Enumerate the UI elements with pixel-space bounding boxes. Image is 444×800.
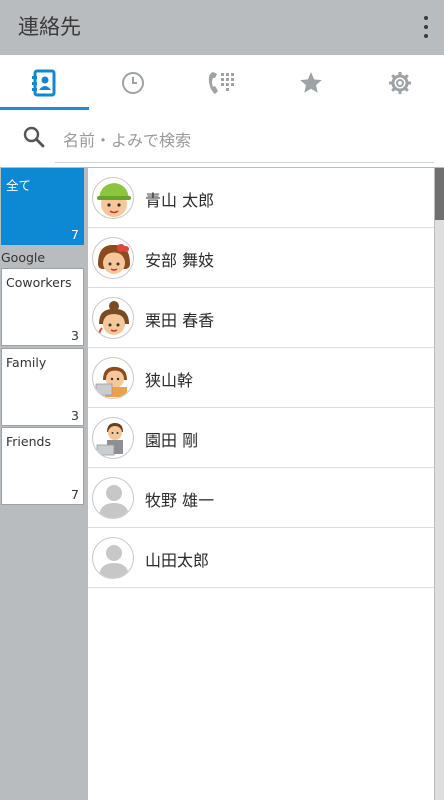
default-person-avatar	[92, 537, 134, 579]
group-label: Family	[6, 355, 47, 370]
group-label: 全て	[6, 178, 32, 193]
app-title: 連絡先	[18, 15, 81, 39]
girl-red-bow-avatar	[92, 237, 134, 279]
boy-green-cap-avatar	[92, 177, 134, 219]
contact-row[interactable]: 牧野 雄一	[88, 468, 434, 528]
group-sidebar: 全て 7 Google Coworkers 3 Family 3 Friends…	[0, 167, 86, 800]
gear-icon	[388, 71, 411, 94]
clock-icon	[122, 71, 145, 94]
search-underline	[55, 162, 434, 163]
overflow-menu-icon[interactable]	[420, 14, 432, 40]
contact-row[interactable]: 狭山幹	[88, 348, 434, 408]
group-count: 7	[71, 487, 79, 502]
contact-name: 牧野 雄一	[145, 491, 215, 510]
star-icon	[299, 71, 322, 93]
contact-row[interactable]: 安部 舞妓	[88, 228, 434, 288]
scrollbar-thumb[interactable]	[435, 168, 444, 220]
group-count: 3	[71, 328, 79, 343]
group-coworkers[interactable]: Coworkers 3	[1, 268, 84, 346]
tab-bar	[0, 55, 444, 110]
contacts-book-icon	[32, 69, 56, 96]
contact-name: 青山 太郎	[145, 191, 215, 210]
tab-favorites[interactable]	[266, 55, 355, 110]
dialpad-icon	[208, 71, 234, 94]
contact-name: 狭山幹	[145, 371, 194, 390]
app-bar: 連絡先	[0, 0, 444, 55]
group-family[interactable]: Family 3	[1, 348, 84, 426]
contact-name: 安部 舞妓	[145, 251, 215, 270]
tab-history[interactable]	[89, 55, 178, 110]
default-person-avatar	[92, 477, 134, 519]
contact-name: 山田太郎	[145, 551, 210, 570]
contact-name: 栗田 春香	[145, 311, 215, 330]
contact-row[interactable]: 山田太郎	[88, 528, 434, 588]
contact-row[interactable]: 園田 剛	[88, 408, 434, 468]
scrollbar-track[interactable]	[435, 168, 444, 800]
man-laptop-avatar	[92, 417, 134, 459]
contact-row[interactable]: 青山 太郎	[88, 168, 434, 228]
tab-dialer[interactable]	[178, 55, 267, 110]
group-friends[interactable]: Friends 7	[1, 427, 84, 505]
group-count: 7	[71, 227, 79, 242]
group-label: Friends	[6, 434, 51, 449]
contact-name: 園田 剛	[145, 431, 199, 450]
tab-contacts[interactable]	[0, 55, 89, 110]
woman-laptop-avatar	[92, 357, 134, 399]
tab-settings[interactable]	[355, 55, 444, 110]
search-input[interactable]: 名前・よみで検索	[63, 127, 191, 151]
account-header: Google	[1, 250, 46, 265]
girl-bun-avatar	[92, 297, 134, 339]
search-icon	[23, 126, 45, 148]
group-label: Coworkers	[6, 275, 72, 290]
contact-row[interactable]: 栗田 春香	[88, 288, 434, 348]
search-bar: 名前・よみで検索	[0, 110, 444, 167]
contact-list: 青山 太郎 安部 舞妓 栗田 春香 狭山幹 園田 剛 牧野 雄一 山田太郎	[88, 168, 434, 800]
group-count: 3	[71, 408, 79, 423]
group-all[interactable]: 全て 7	[1, 168, 84, 245]
